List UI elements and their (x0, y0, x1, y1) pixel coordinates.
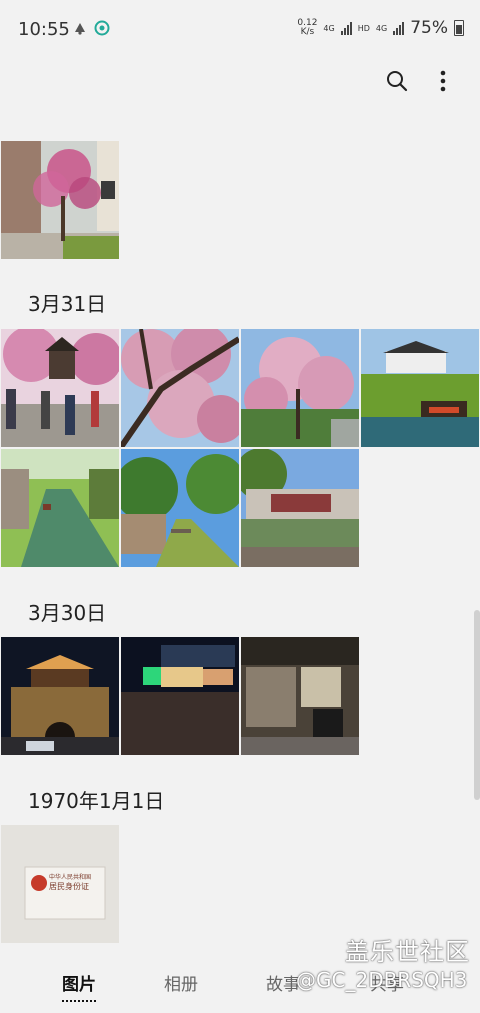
photo-thumbnail[interactable] (1, 329, 119, 447)
photo-thumbnail[interactable] (241, 637, 359, 755)
watermark-logo: 盖乐世社区 (345, 938, 470, 966)
tab-pictures[interactable]: 图片 (62, 970, 96, 1002)
scrollbar[interactable] (474, 610, 480, 800)
date-header: 3月30日 (28, 601, 107, 625)
battery-icon (454, 20, 464, 36)
date-header: 3月31日 (28, 292, 107, 316)
network-type-1: 4G (323, 23, 335, 33)
search-icon (387, 71, 408, 92)
clock: 10:55 (18, 19, 70, 40)
more-vertical-icon (440, 70, 446, 92)
net-speed: 0.12 K/s (297, 18, 318, 37)
photo-thumbnail[interactable] (361, 329, 479, 447)
more-options-button[interactable] (428, 66, 458, 96)
photo-thumbnail[interactable] (121, 637, 239, 755)
date-header: 1970年1月1日 (28, 789, 165, 813)
tab-albums[interactable]: 相册 (164, 970, 198, 995)
signal-icon-2 (393, 21, 405, 35)
photo-thumbnail[interactable] (241, 449, 359, 567)
photo-thumbnail[interactable] (1, 141, 119, 259)
photo-thumbnail[interactable] (241, 329, 359, 447)
watermark-user: @GC_2DBRSQH3 (296, 968, 468, 992)
tab-stories[interactable]: 故事 (266, 970, 300, 995)
photo-thumbnail[interactable] (1, 637, 119, 755)
hd-badge: HD (357, 23, 370, 33)
photo-thumbnail[interactable] (1, 449, 119, 567)
search-button[interactable] (382, 66, 412, 96)
signal-icon-1 (340, 21, 352, 35)
id-card-text: 中华人民共和国 居民身份证 (49, 874, 92, 891)
battery-percent: 75% (410, 18, 448, 38)
network-type-2: 4G (375, 23, 388, 33)
photo-thumbnail[interactable] (121, 329, 239, 447)
notification-icon (75, 23, 85, 35)
status-bar: 10:55 0.12 K/s 4G HD 4G 75% (0, 0, 480, 60)
photo-thumbnail[interactable]: 中华人民共和国 居民身份证 (1, 825, 119, 943)
carrier-icon (94, 20, 110, 36)
photo-thumbnail[interactable] (121, 449, 239, 567)
active-tab-indicator (62, 1000, 96, 1002)
